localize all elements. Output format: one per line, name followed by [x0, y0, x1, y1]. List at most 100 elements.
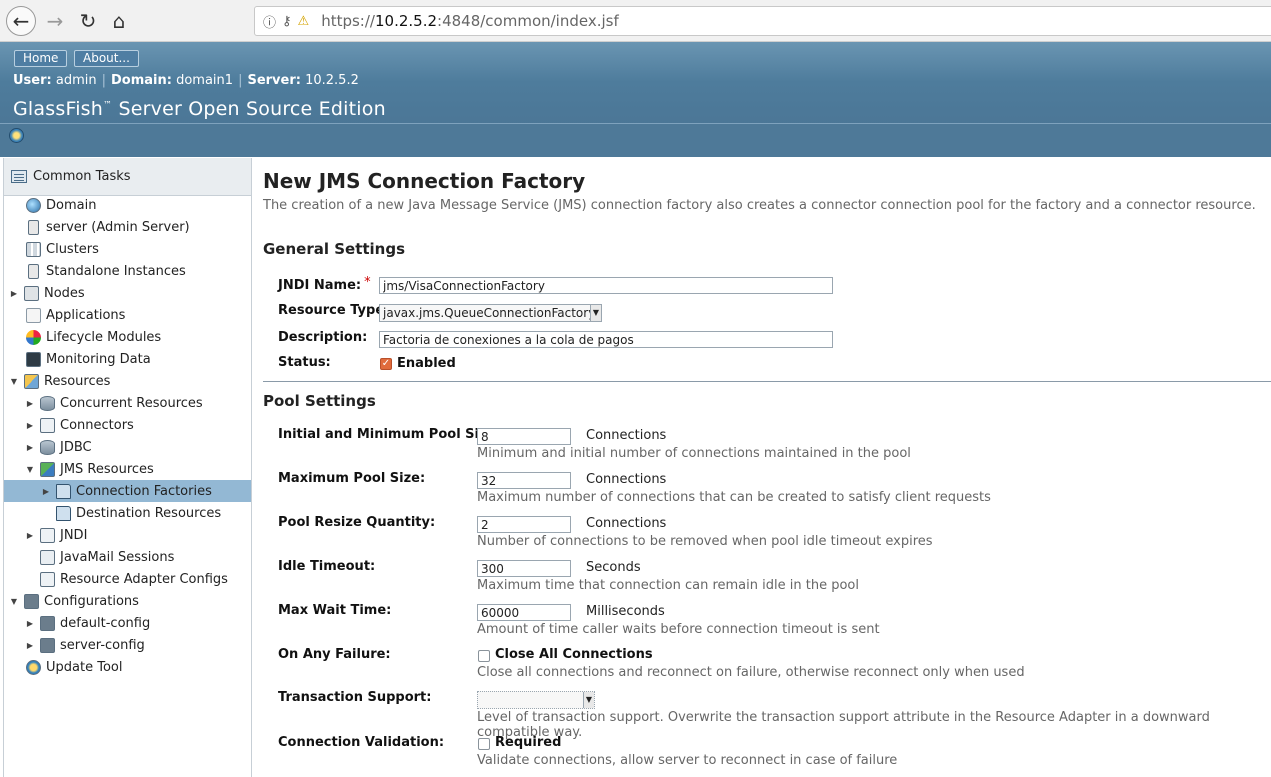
tree-item-javamail-sessions[interactable]: JavaMail Sessions	[36, 546, 174, 568]
expand-arrow-icon[interactable]: ▶	[24, 421, 36, 430]
tree-item-clusters[interactable]: Clusters	[22, 238, 99, 260]
transaction-support-select[interactable]: ▼	[477, 691, 595, 709]
jndi-name-label: JNDI Name: *	[278, 275, 371, 293]
tree-item-connectors[interactable]: ▶ Connectors	[24, 414, 134, 436]
mail-icon	[40, 549, 55, 565]
home-button[interactable]: Home	[14, 50, 68, 67]
cluster-icon	[26, 241, 41, 257]
expand-arrow-icon[interactable]: ▶	[8, 289, 20, 298]
tree-item-nodes[interactable]: ▶ Nodes	[8, 282, 85, 304]
adapter-icon	[40, 571, 55, 587]
configuration-icon	[40, 637, 55, 653]
domain-label: Domain:	[111, 73, 172, 88]
tree-item-monitoring-data[interactable]: Monitoring Data	[22, 348, 151, 370]
max-wait-unit: Milliseconds	[586, 604, 665, 619]
lifecycle-icon	[26, 329, 41, 345]
enabled-checkbox[interactable]: ✓	[380, 358, 392, 370]
initial-pool-size-input[interactable]	[477, 428, 571, 445]
tree-item-jms-resources[interactable]: ▼ JMS Resources	[24, 458, 154, 480]
description-label: Description:	[278, 330, 368, 345]
tree-item-destination-resources[interactable]: Destination Resources	[52, 502, 221, 524]
tree-item-jdbc[interactable]: ▶ JDBC	[24, 436, 92, 458]
key-icon[interactable]: ⚷	[282, 14, 292, 29]
browser-home-button[interactable]: ⌂	[104, 6, 134, 36]
max-wait-input[interactable]	[477, 604, 571, 621]
tree-item-concurrent-resources[interactable]: ▶ Concurrent Resources	[24, 392, 203, 414]
connection-validation-help: Validate connections, allow server to re…	[477, 753, 898, 768]
user-value: admin	[55, 73, 97, 88]
tree-item-configurations[interactable]: ▼ Configurations	[8, 590, 139, 612]
database-icon	[40, 395, 55, 411]
pool-resize-input[interactable]	[477, 516, 571, 533]
tree-item-jndi[interactable]: ▶ JNDI	[24, 524, 87, 546]
max-pool-size-label: Maximum Pool Size:	[278, 471, 426, 486]
resource-type-select[interactable]: javax.jms.QueueConnectionFactory ▼	[379, 304, 602, 322]
tree-item-default-config[interactable]: ▶ default-config	[24, 612, 150, 634]
max-wait-label: Max Wait Time:	[278, 603, 392, 618]
idle-timeout-input[interactable]	[477, 560, 571, 577]
max-pool-size-help: Maximum number of connections that can b…	[477, 490, 991, 505]
address-bar[interactable]: ⓘ ⚷ ⚠ https://10.2.5.2:4848/common/index…	[254, 6, 1271, 36]
max-wait-help: Amount of time caller waits before conne…	[477, 622, 880, 637]
connector-icon	[40, 417, 55, 433]
page-title: New JMS Connection Factory	[263, 169, 586, 193]
info-icon[interactable]: ⓘ	[263, 12, 276, 31]
expand-arrow-icon[interactable]: ▶	[24, 641, 36, 650]
navigation-tree: Common Tasks Domain server (Admin Server…	[3, 158, 252, 777]
collapse-arrow-icon[interactable]: ▼	[8, 377, 20, 386]
required-marker: *	[364, 275, 371, 290]
tree-item-resources[interactable]: ▼ Resources	[8, 370, 110, 392]
expand-arrow-icon[interactable]: ▶	[24, 399, 36, 408]
pool-resize-unit: Connections	[586, 516, 667, 531]
tree-item-applications[interactable]: Applications	[22, 304, 125, 326]
expand-arrow-icon[interactable]: ▶	[24, 531, 36, 540]
tree-item-server-config[interactable]: ▶ server-config	[24, 634, 145, 656]
applications-icon	[26, 307, 41, 323]
instance-icon	[28, 263, 39, 279]
enabled-label: Enabled	[397, 356, 456, 371]
refresh-icon[interactable]	[9, 128, 24, 143]
tree-item-server[interactable]: server (Admin Server)	[22, 216, 190, 238]
tree-item-standalone-instances[interactable]: Standalone Instances	[22, 260, 186, 282]
jndi-name-input[interactable]	[379, 277, 833, 294]
page-description: The creation of a new Java Message Servi…	[263, 198, 1256, 213]
max-pool-size-input[interactable]	[477, 472, 571, 489]
common-tasks-header[interactable]: Common Tasks	[4, 158, 251, 196]
common-tasks-label: Common Tasks	[33, 169, 131, 184]
close-all-connections-label: Close All Connections	[495, 647, 653, 662]
browser-toolbar: ← → ↻ ⌂ ⓘ ⚷ ⚠ https://10.2.5.2:4848/comm…	[0, 0, 1271, 42]
url-text[interactable]: https://10.2.5.2:4848/common/index.jsf	[321, 12, 619, 30]
nodes-icon	[24, 285, 39, 301]
home-icon: ⌂	[112, 9, 126, 33]
server-icon	[28, 219, 39, 235]
close-all-connections-checkbox[interactable]	[478, 650, 490, 662]
pool-resize-help: Number of connections to be removed when…	[477, 534, 933, 549]
forward-button[interactable]: →	[40, 6, 70, 36]
validation-required-checkbox[interactable]	[478, 738, 490, 750]
back-button[interactable]: ←	[6, 6, 36, 36]
about-button[interactable]: About...	[74, 50, 139, 67]
expand-arrow-icon[interactable]: ▶	[24, 619, 36, 628]
expand-arrow-icon[interactable]: ▶	[40, 487, 52, 496]
transaction-support-help: Level of transaction support. Overwrite …	[477, 710, 1210, 740]
server-label: Server:	[247, 73, 301, 88]
collapse-arrow-icon[interactable]: ▼	[24, 465, 36, 474]
tree-item-domain[interactable]: Domain	[22, 194, 96, 216]
tree-item-resource-adapter-configs[interactable]: Resource Adapter Configs	[36, 568, 228, 590]
expand-arrow-icon[interactable]: ▶	[24, 443, 36, 452]
app-header: Home About... User: admin | Domain: domain…	[0, 42, 1271, 157]
general-settings-heading: General Settings	[263, 240, 406, 258]
initial-pool-size-label: Initial and Minimum Pool Size:	[278, 427, 501, 442]
reload-button[interactable]: ↻	[73, 6, 103, 36]
resources-icon	[24, 373, 39, 389]
server-value: 10.2.5.2	[305, 73, 359, 88]
tree-item-update-tool[interactable]: Update Tool	[22, 656, 122, 678]
description-input[interactable]	[379, 331, 833, 348]
database-icon	[40, 439, 55, 455]
idle-timeout-help: Maximum time that connection can remain …	[477, 578, 859, 593]
collapse-arrow-icon[interactable]: ▼	[8, 597, 20, 606]
section-divider	[263, 381, 1271, 382]
tree-item-lifecycle-modules[interactable]: Lifecycle Modules	[22, 326, 161, 348]
tree-item-connection-factories[interactable]: ▶ Connection Factories	[4, 480, 251, 502]
insecure-lock-icon[interactable]: ⚠	[298, 14, 310, 29]
